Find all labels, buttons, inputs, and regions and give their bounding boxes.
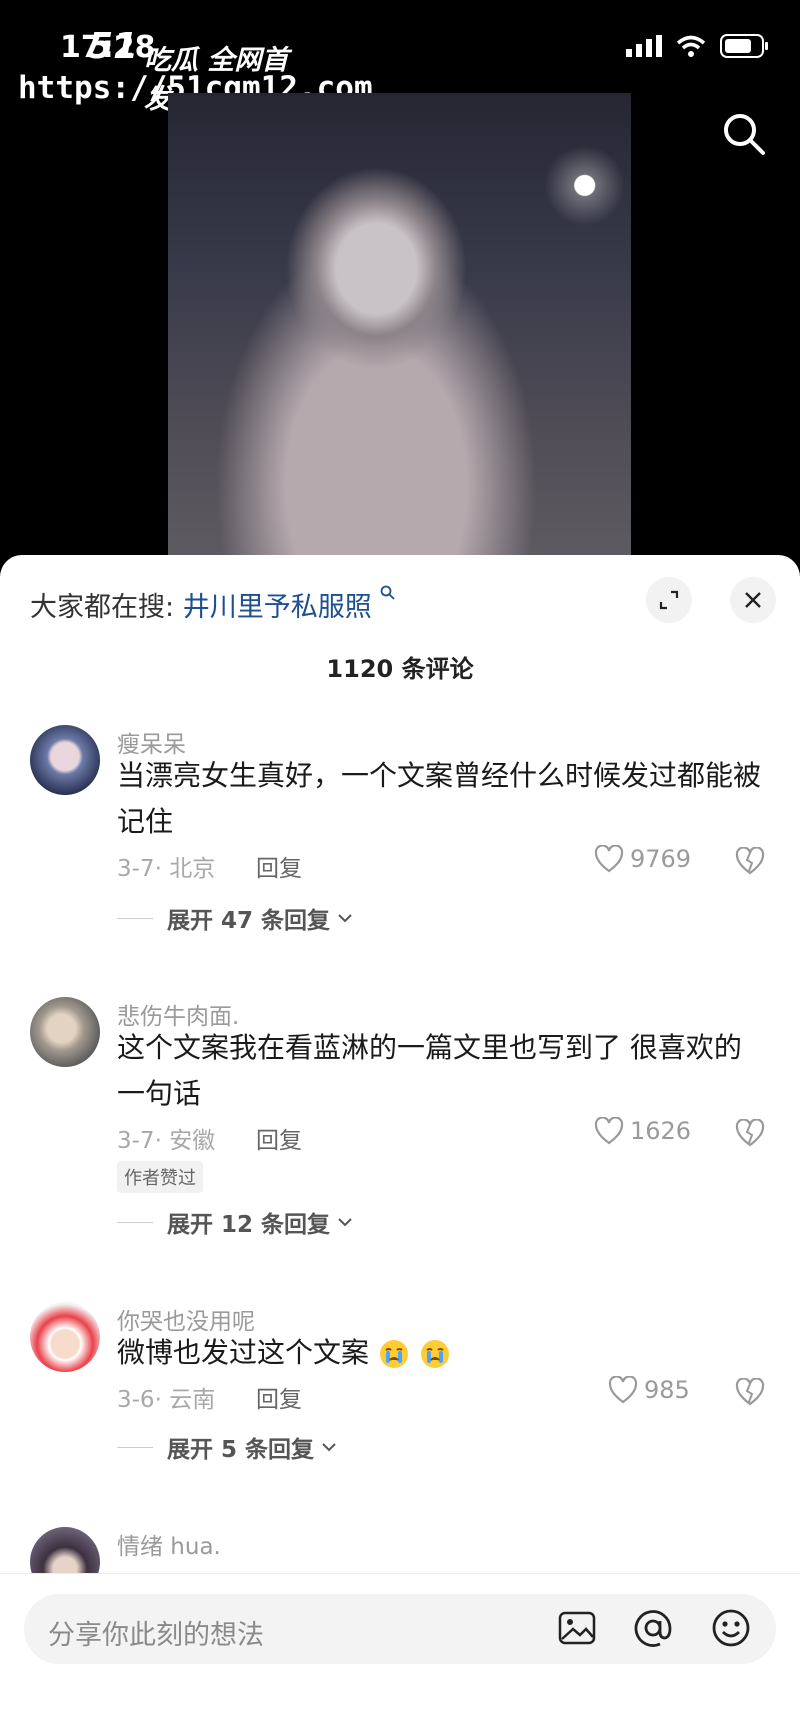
divider bbox=[117, 1221, 153, 1223]
expand-icon bbox=[659, 590, 679, 610]
reply-button[interactable]: 回复 bbox=[256, 849, 302, 883]
search-suggestion[interactable]: 大家都在搜: 井川里予私服照 bbox=[30, 585, 396, 624]
comment-count: 1120 条评论 bbox=[326, 655, 474, 683]
expand-replies[interactable]: 展开 5 条回复 bbox=[117, 1430, 338, 1464]
comment-text: 微博也发过这个文案 bbox=[117, 1330, 777, 1376]
video-player[interactable] bbox=[168, 93, 631, 555]
expand-sheet-button[interactable] bbox=[646, 577, 692, 623]
heart-icon bbox=[594, 1117, 624, 1145]
mention-icon[interactable] bbox=[632, 1607, 674, 1649]
crying-emoji-icon bbox=[420, 1340, 449, 1368]
comment-text: 当漂亮女生真好，一个文案曾经什么时候发过都能被 记住 bbox=[117, 753, 777, 845]
comment-meta: 3-7· 安徽 bbox=[117, 1128, 216, 1154]
comment-input-bar: 分享你此刻的想法 bbox=[0, 1573, 800, 1733]
divider bbox=[117, 1446, 153, 1448]
dislike-icon[interactable] bbox=[735, 847, 765, 875]
close-button[interactable] bbox=[730, 577, 776, 623]
reply-button[interactable]: 回复 bbox=[256, 1121, 302, 1155]
comment-input-placeholder: 分享你此刻的想法 bbox=[48, 1620, 264, 1651]
chevron-down-icon bbox=[338, 1218, 352, 1227]
avatar[interactable] bbox=[30, 997, 100, 1067]
comment-text: 这个文案我在看蓝淋的一篇文里也写到了 很喜欢的 一句话 bbox=[117, 1025, 777, 1117]
crying-emoji-icon bbox=[379, 1340, 408, 1368]
like-count: 9769 bbox=[630, 845, 692, 873]
like-count: 1626 bbox=[630, 1117, 692, 1145]
image-icon[interactable] bbox=[556, 1607, 598, 1649]
comment-line: 记住 bbox=[117, 805, 174, 838]
comment-meta: 3-7· 北京 bbox=[117, 856, 216, 882]
chevron-down-icon bbox=[322, 1443, 336, 1452]
expand-label: 展开 5 条回复 bbox=[167, 1437, 315, 1463]
divider bbox=[117, 917, 153, 919]
comment-line: 一句话 bbox=[117, 1077, 202, 1110]
watermark-brand: 51 bbox=[88, 26, 139, 67]
heart-icon bbox=[594, 845, 624, 873]
comment-line: 微博也发过这个文案 bbox=[117, 1336, 370, 1369]
close-icon bbox=[745, 592, 761, 608]
like-button[interactable]: 985 bbox=[608, 1376, 690, 1404]
expand-label: 展开 12 条回复 bbox=[167, 1212, 331, 1238]
suggest-keyword[interactable]: 井川里予私服照 bbox=[183, 592, 372, 623]
author-liked-badge: 作者赞过 bbox=[117, 1161, 203, 1193]
comment-sheet: 大家都在搜: 井川里予私服照 1120 条评论 瘦呆呆 当漂亮女生真好，一个文案… bbox=[0, 555, 800, 1733]
avatar[interactable] bbox=[30, 725, 100, 795]
wifi-icon bbox=[676, 35, 706, 57]
expand-label: 展开 47 条回复 bbox=[167, 908, 331, 934]
like-count: 985 bbox=[644, 1376, 690, 1404]
signal-icon bbox=[626, 35, 662, 57]
dislike-icon[interactable] bbox=[735, 1378, 765, 1406]
comment-username[interactable]: 情绪 hua. bbox=[117, 1527, 221, 1561]
comment-line: 当漂亮女生真好，一个文案曾经什么时候发过都能被 bbox=[117, 759, 762, 792]
reply-button[interactable]: 回复 bbox=[256, 1380, 302, 1414]
system-icons bbox=[626, 34, 770, 58]
comment-line: 这个文案我在看蓝淋的一篇文里也写到了 很喜欢的 bbox=[117, 1031, 742, 1064]
dislike-icon[interactable] bbox=[735, 1119, 765, 1147]
suggest-prefix: 大家都在搜: bbox=[30, 592, 175, 623]
avatar[interactable] bbox=[30, 1302, 100, 1372]
like-button[interactable]: 9769 bbox=[594, 845, 691, 873]
heart-icon bbox=[608, 1376, 638, 1404]
expand-replies[interactable]: 展开 47 条回复 bbox=[117, 901, 354, 935]
battery-icon bbox=[720, 34, 768, 58]
comment-input[interactable]: 分享你此刻的想法 bbox=[24, 1594, 776, 1664]
small-search-icon bbox=[380, 585, 395, 600]
like-button[interactable]: 1626 bbox=[594, 1117, 691, 1145]
emoji-icon[interactable] bbox=[710, 1607, 752, 1649]
comment-meta: 3-6· 云南 bbox=[117, 1387, 216, 1413]
expand-replies[interactable]: 展开 12 条回复 bbox=[117, 1205, 354, 1239]
chevron-down-icon bbox=[338, 914, 352, 923]
search-icon[interactable] bbox=[722, 112, 766, 156]
